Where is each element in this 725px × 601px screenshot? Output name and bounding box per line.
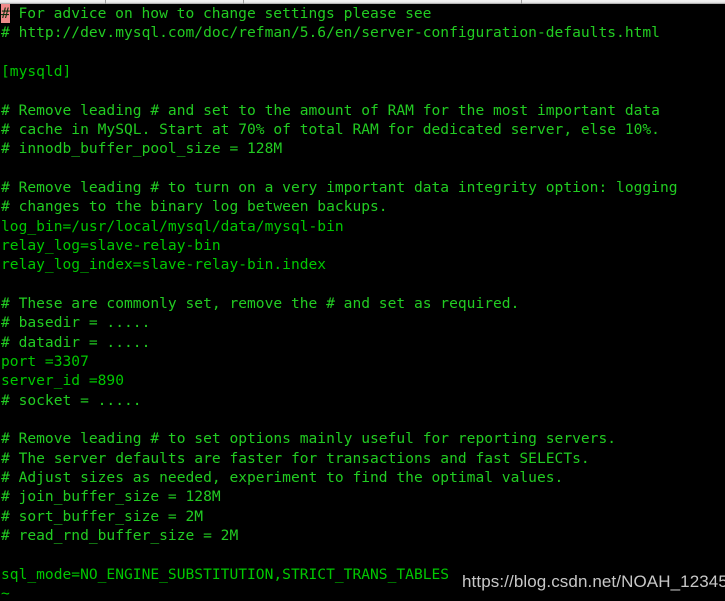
editor-line-24[interactable]: # The server defaults are faster for tra… bbox=[0, 449, 725, 468]
editor-line-12[interactable]: log_bin=/usr/local/mysql/data/mysql-bin bbox=[0, 217, 725, 236]
editor-line-14[interactable]: relay_log_index=slave-relay-bin.index bbox=[0, 255, 725, 274]
editor-line-15[interactable] bbox=[0, 275, 725, 294]
editor-line-7[interactable]: # cache in MySQL. Start at 70% of total … bbox=[0, 120, 725, 139]
editor-line-19[interactable]: port =3307 bbox=[0, 352, 725, 371]
editor-line-28[interactable]: # read_rnd_buffer_size = 2M bbox=[0, 526, 725, 545]
editor-line-6[interactable]: # Remove leading # and set to the amount… bbox=[0, 101, 725, 120]
editor-line-4[interactable]: [mysqld] bbox=[0, 62, 725, 81]
editor-line-1-text: For advice on how to change settings ple… bbox=[9, 5, 432, 22]
editor-line-23[interactable]: # Remove leading # to set options mainly… bbox=[0, 429, 725, 448]
terminal-screen: # For advice on how to change settings p… bbox=[0, 0, 725, 601]
editor-line-16[interactable]: # These are commonly set, remove the # a… bbox=[0, 294, 725, 313]
editor-line-8[interactable]: # innodb_buffer_pool_size = 128M bbox=[0, 139, 725, 158]
vim-editor-buffer[interactable]: # For advice on how to change settings p… bbox=[0, 4, 725, 601]
editor-line-17[interactable]: # basedir = ..... bbox=[0, 313, 725, 332]
blog-watermark: https://blog.csdn.net/NOAH_123456 bbox=[462, 572, 725, 591]
editor-line-10[interactable]: # Remove leading # to turn on a very imp… bbox=[0, 178, 725, 197]
editor-line-25[interactable]: # Adjust sizes as needed, experiment to … bbox=[0, 468, 725, 487]
editor-line-26[interactable]: # join_buffer_size = 128M bbox=[0, 487, 725, 506]
vim-block-cursor[interactable]: # bbox=[1, 4, 10, 24]
editor-line-20[interactable]: server_id =890 bbox=[0, 371, 725, 390]
editor-line-2[interactable]: # http://dev.mysql.com/doc/refman/5.6/en… bbox=[0, 23, 725, 42]
editor-line-9[interactable] bbox=[0, 159, 725, 178]
editor-line-22[interactable] bbox=[0, 410, 725, 429]
editor-line-1[interactable]: # For advice on how to change settings p… bbox=[0, 4, 725, 24]
editor-line-21[interactable]: # socket = ..... bbox=[0, 391, 725, 410]
editor-line-29[interactable] bbox=[0, 545, 725, 564]
editor-line-5[interactable] bbox=[0, 81, 725, 100]
editor-line-11[interactable]: # changes to the binary log between back… bbox=[0, 197, 725, 216]
editor-line-18[interactable]: # datadir = ..... bbox=[0, 333, 725, 352]
editor-line-27[interactable]: # sort_buffer_size = 2M bbox=[0, 507, 725, 526]
editor-line-13[interactable]: relay_log=slave-relay-bin bbox=[0, 236, 725, 255]
editor-line-3[interactable] bbox=[0, 43, 725, 62]
